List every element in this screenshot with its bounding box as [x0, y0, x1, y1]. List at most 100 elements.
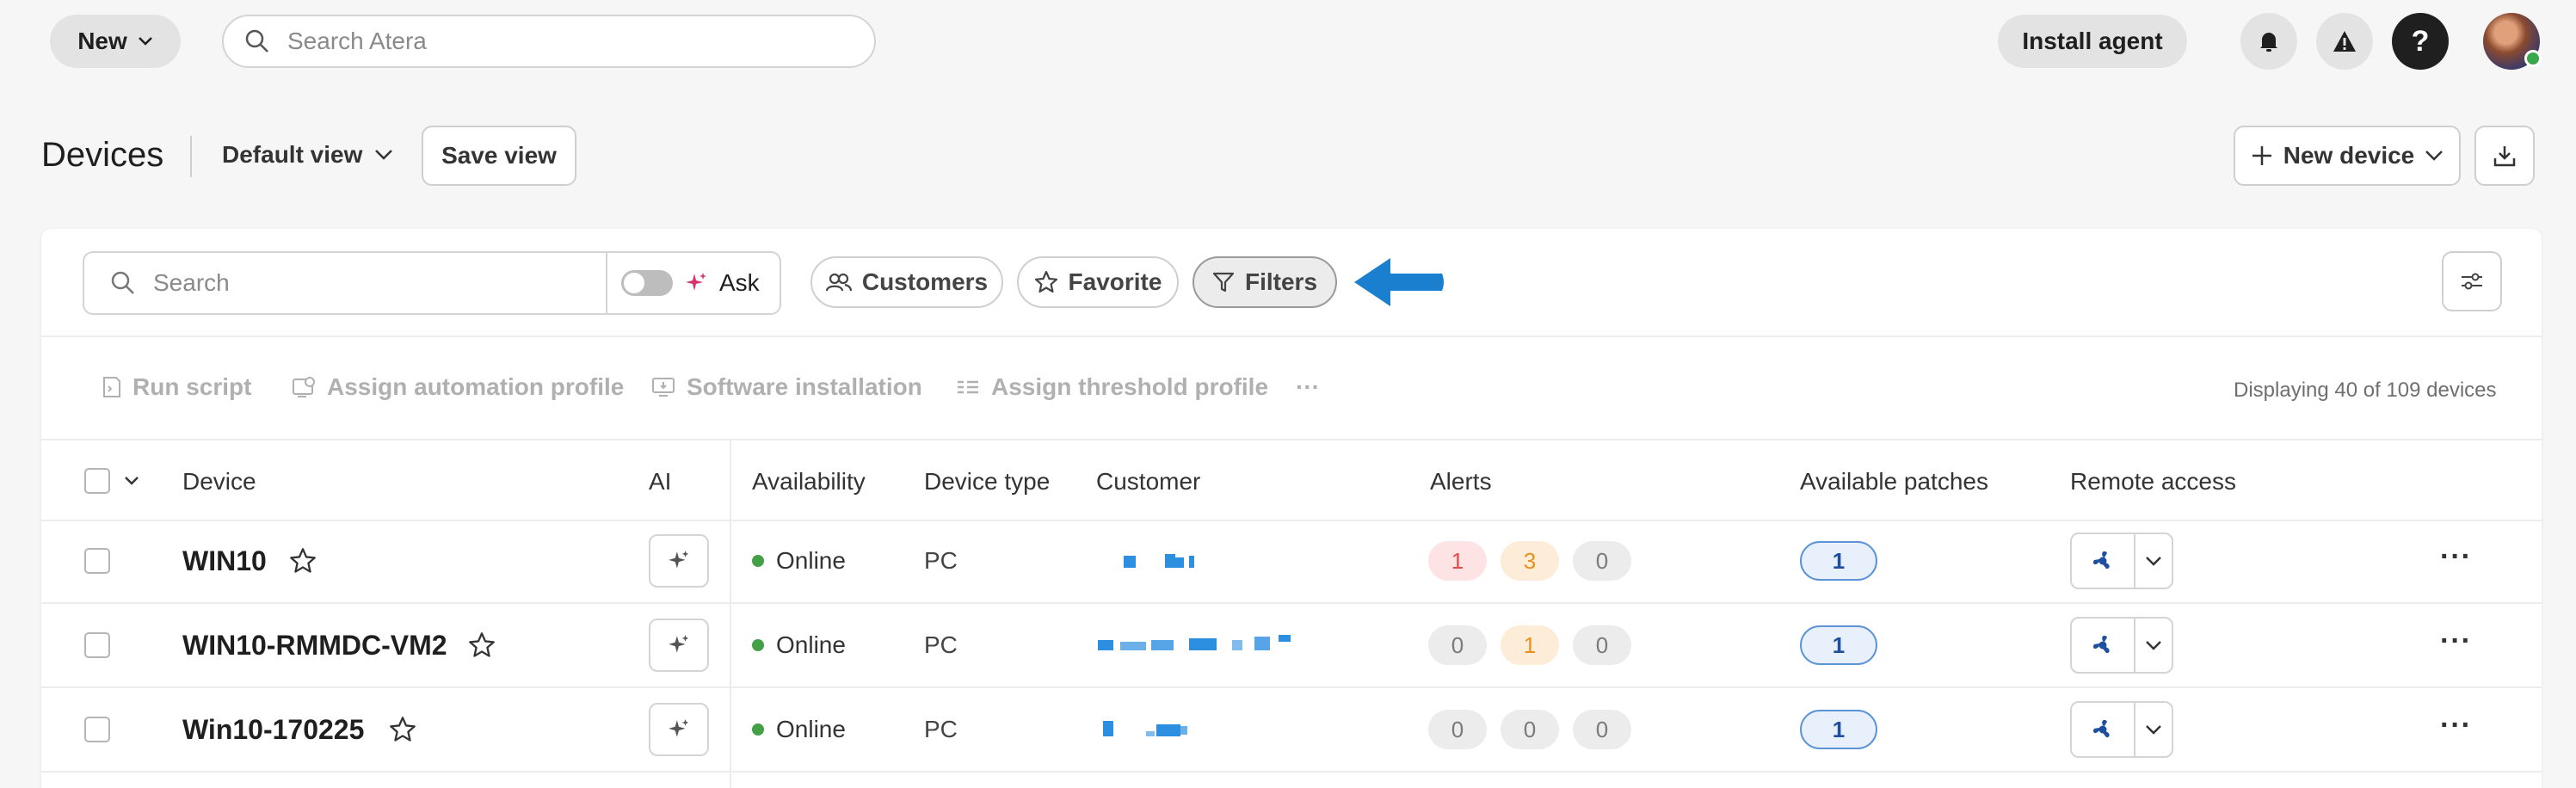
online-dot	[752, 723, 764, 736]
more-actions-button[interactable]: ···	[1296, 373, 1320, 401]
favorite-label: Favorite	[1068, 268, 1162, 295]
assign-automation-label: Assign automation profile	[327, 373, 625, 400]
availability-label: Online	[776, 547, 846, 574]
device-name-link[interactable]: WIN10-RMMDC-VM2	[182, 630, 447, 662]
ask-toggle[interactable]	[621, 270, 673, 296]
alert-warning-badge[interactable]: 1	[1501, 625, 1559, 665]
row-more-button[interactable]: ···	[2440, 709, 2472, 742]
patches-badge[interactable]: 1	[1800, 710, 1877, 749]
column-header-availability[interactable]: Availability	[752, 468, 866, 496]
device-name-link[interactable]: WIN10	[182, 545, 267, 577]
view-dropdown[interactable]: Default view	[222, 141, 393, 169]
customer-name-redacted[interactable]	[1103, 719, 1223, 740]
ai-assist-button[interactable]	[649, 534, 709, 588]
select-all-checkbox[interactable]	[84, 468, 110, 494]
assign-automation-action[interactable]: Assign automation profile	[291, 373, 624, 401]
software-installation-action[interactable]: Software installation	[650, 373, 922, 401]
ask-ai-control[interactable]: Ask	[606, 251, 781, 315]
column-settings-button[interactable]	[2442, 251, 2502, 311]
search-icon	[111, 271, 134, 294]
remote-options-button[interactable]	[2135, 619, 2172, 672]
filter-icon	[1212, 272, 1235, 292]
remote-options-button[interactable]	[2135, 703, 2172, 756]
column-header-device-type[interactable]: Device type	[924, 468, 1050, 496]
sparkle-icon	[686, 273, 706, 291]
customer-name-redacted[interactable]	[1098, 635, 1313, 656]
favorite-chip[interactable]: Favorite	[1017, 256, 1179, 308]
column-header-patches[interactable]: Available patches	[1800, 468, 1988, 496]
column-header-customer[interactable]: Customer	[1096, 468, 1200, 496]
star-icon[interactable]	[289, 547, 317, 575]
notifications-button[interactable]	[2240, 13, 2297, 70]
device-search-placeholder: Search	[153, 269, 230, 296]
filters-chip[interactable]: Filters	[1192, 256, 1337, 308]
users-icon	[825, 273, 852, 292]
chevron-down-icon	[2146, 557, 2161, 566]
customers-chip[interactable]: Customers	[810, 256, 1003, 308]
export-button[interactable]	[2474, 126, 2535, 186]
row-divider	[41, 771, 2542, 773]
column-header-alerts[interactable]: Alerts	[1430, 468, 1492, 496]
column-header-device[interactable]: Device	[182, 468, 256, 496]
row-checkbox[interactable]	[84, 717, 110, 742]
new-button[interactable]: New	[50, 15, 181, 68]
script-icon	[103, 377, 120, 397]
row-checkbox[interactable]	[84, 548, 110, 574]
remote-access-control[interactable]	[2070, 617, 2173, 674]
remote-connect-button[interactable]	[2072, 534, 2135, 588]
assign-threshold-action[interactable]: Assign threshold profile	[955, 373, 1268, 401]
save-view-button[interactable]: Save view	[422, 126, 576, 186]
chevron-down-icon	[138, 37, 152, 46]
star-icon[interactable]	[389, 716, 416, 743]
remote-connect-button[interactable]	[2072, 703, 2135, 756]
alert-info-badge[interactable]: 0	[1573, 710, 1631, 749]
ai-assist-button[interactable]	[649, 619, 709, 672]
actions-divider	[41, 439, 2542, 440]
ask-label: Ask	[719, 269, 760, 296]
ai-assist-button[interactable]	[649, 703, 709, 756]
row-checkbox[interactable]	[84, 632, 110, 658]
customer-name-redacted[interactable]	[1110, 551, 1213, 571]
remote-options-button[interactable]	[2135, 534, 2172, 588]
install-agent-label: Install agent	[2022, 28, 2163, 54]
sparkle-icon	[669, 551, 689, 569]
alert-critical-badge[interactable]: 1	[1428, 541, 1487, 581]
save-view-label: Save view	[441, 142, 557, 169]
monitor-download-icon	[652, 378, 675, 397]
device-name-link[interactable]: Win10-170225	[182, 714, 364, 746]
run-script-label: Run script	[132, 373, 252, 400]
alert-info-badge[interactable]: 0	[1573, 541, 1631, 581]
alerts-button[interactable]	[2316, 13, 2373, 70]
chevron-down-icon[interactable]	[124, 476, 139, 486]
install-agent-button[interactable]: Install agent	[1998, 15, 2187, 68]
alert-info-badge[interactable]: 0	[1573, 625, 1631, 665]
column-header-remote-access: Remote access	[2070, 468, 2236, 495]
global-search-input[interactable]: Search Atera	[222, 15, 876, 68]
availability-label: Online	[776, 716, 846, 742]
patches-badge[interactable]: 1	[1800, 541, 1877, 581]
sliders-icon	[2462, 273, 2482, 290]
remote-access-control[interactable]	[2070, 701, 2173, 758]
download-icon	[2493, 146, 2516, 167]
device-search-input[interactable]: Search	[83, 251, 607, 315]
new-device-button[interactable]: New device	[2234, 126, 2461, 186]
alert-critical-badge[interactable]: 0	[1428, 625, 1487, 665]
alert-warning-badge[interactable]: 3	[1501, 541, 1559, 581]
ai-column-divider	[730, 439, 731, 788]
toolbar-divider	[41, 336, 2542, 337]
row-more-button[interactable]: ···	[2440, 540, 2472, 574]
remote-access-control[interactable]	[2070, 533, 2173, 589]
run-script-action[interactable]: Run script	[100, 373, 251, 401]
alert-warning-badge[interactable]: 0	[1501, 710, 1559, 749]
sparkle-icon	[669, 635, 689, 653]
warning-icon	[2333, 31, 2356, 52]
star-icon[interactable]	[468, 631, 496, 659]
row-more-button[interactable]: ···	[2440, 625, 2472, 658]
patches-badge[interactable]: 1	[1800, 625, 1877, 665]
remote-connect-button[interactable]	[2072, 619, 2135, 672]
chevron-down-icon	[375, 150, 393, 160]
help-button[interactable]: ?	[2392, 13, 2449, 70]
pointer-arrow-icon	[1354, 258, 1444, 306]
alert-critical-badge[interactable]: 0	[1428, 710, 1487, 749]
row-divider	[41, 686, 2542, 688]
